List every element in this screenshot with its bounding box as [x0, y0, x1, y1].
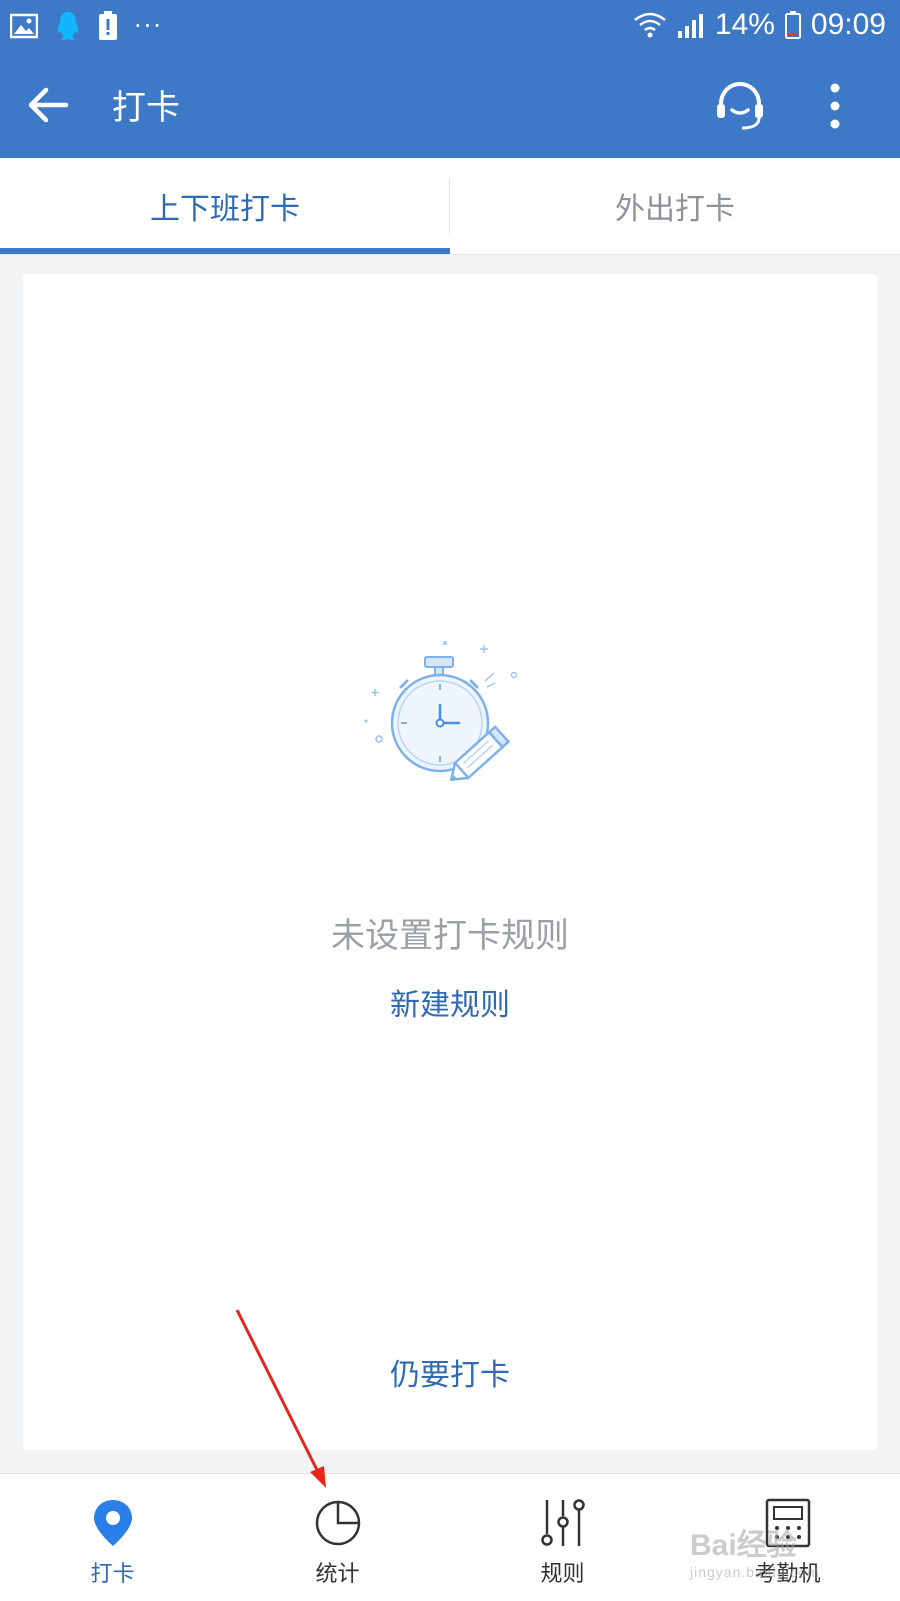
content-card	[23, 274, 877, 1450]
nav-item-clock-in[interactable]: 打卡	[0, 1474, 225, 1601]
battery-percent: 14%	[714, 8, 775, 41]
gallery-icon	[10, 13, 38, 39]
pie-chart-icon	[315, 1500, 361, 1546]
nav-item-statistics[interactable]: 统计	[225, 1474, 450, 1601]
qq-icon	[57, 12, 79, 40]
new-rule-link[interactable]: 新建规则	[0, 980, 900, 1024]
app-bar: 打卡	[0, 52, 900, 158]
status-right: 14% 09:09	[633, 8, 886, 42]
stopwatch-pencil-illustration	[364, 641, 518, 782]
more-options-icon[interactable]	[820, 78, 850, 134]
nav-item-label: 统计	[315, 1562, 360, 1587]
wifi-icon	[634, 12, 666, 38]
signal-icon	[677, 14, 703, 38]
watermark-url: jingyan.baidu.com	[690, 1564, 820, 1580]
nav-item-rules[interactable]: 规则	[450, 1474, 675, 1601]
battery-alert-icon	[99, 11, 117, 40]
headset-support-icon[interactable]	[712, 78, 768, 134]
empty-state-message: 未设置打卡规则	[331, 916, 569, 956]
location-pin-icon	[94, 1500, 132, 1546]
active-tab-indicator	[0, 248, 450, 254]
nav-item-label: 规则	[540, 1562, 585, 1587]
page-title: 打卡	[112, 88, 180, 128]
tab-commute-clock-in[interactable]: 上下班打卡	[0, 158, 450, 254]
status-left-icons: ···	[10, 10, 163, 42]
tab-bar: 上下班打卡 外出打卡	[0, 158, 900, 255]
status-bar: ··· 14% 09:09	[0, 0, 900, 52]
clock-time: 09:09	[810, 8, 886, 41]
watermark: Bai经验 jingyan.baidu.com	[690, 1520, 820, 1580]
tab-outing-clock-in[interactable]: 外出打卡	[450, 158, 900, 254]
still-clock-in-link[interactable]: 仍要打卡	[0, 1350, 900, 1394]
battery-icon	[784, 11, 801, 39]
nav-item-label: 打卡	[90, 1562, 135, 1587]
watermark-brand: Bai经验	[690, 1529, 797, 1562]
more-notifications-indicator: ···	[134, 12, 163, 40]
back-arrow-icon[interactable]	[22, 78, 76, 132]
sliders-icon	[541, 1499, 585, 1546]
